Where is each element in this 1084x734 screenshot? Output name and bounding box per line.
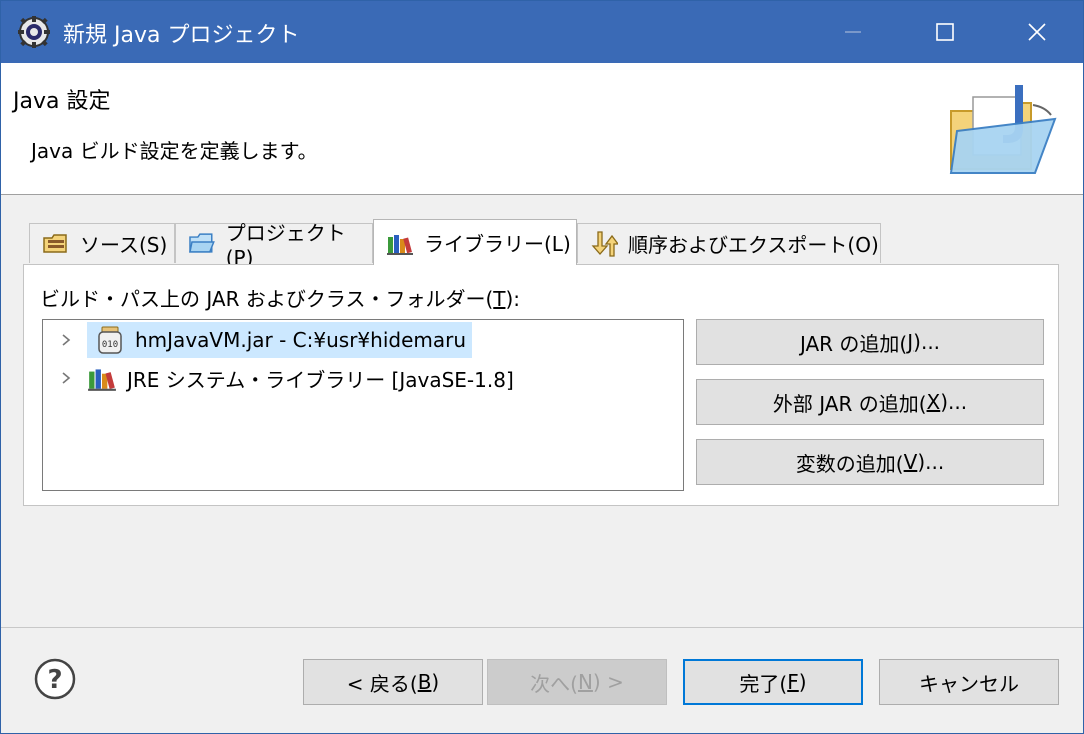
tree-item-jre-label: JRE システム・ライブラリー [JavaSE-1.8] (127, 367, 514, 392)
tab-source[interactable]: ソース(S) (29, 223, 175, 263)
chevron-right-icon[interactable] (59, 371, 73, 385)
svg-text:010: 010 (102, 340, 118, 350)
minimize-icon (845, 31, 861, 33)
page-title: Java 設定 (13, 89, 111, 114)
close-icon (1028, 23, 1046, 41)
tab-source-label: ソース(S) (80, 233, 168, 257)
title-bar[interactable]: 新規 Java プロジェクト (1, 1, 1083, 63)
chevron-right-icon[interactable] (59, 333, 73, 347)
close-button[interactable] (991, 1, 1083, 63)
eclipse-gear-icon (18, 16, 50, 48)
tab-libraries[interactable]: ライブラリー(L) (373, 219, 577, 265)
tab-projects-label: プロジェクト(P) (225, 221, 346, 270)
back-button[interactable]: < 戻る(B) (303, 659, 483, 705)
tab-projects[interactable]: プロジェクト(P) (175, 221, 373, 270)
minimize-button[interactable] (807, 1, 899, 63)
cancel-button[interactable]: キャンセル (879, 659, 1059, 705)
footer-separator (1, 627, 1083, 628)
add-external-jar-button[interactable]: 外部 JAR の追加(X)... (696, 379, 1044, 425)
finish-button[interactable]: 完了(F) (683, 659, 863, 705)
page-description: Java ビルド設定を定義します。 (31, 139, 318, 163)
tree-item-jre[interactable]: JRE システム・ライブラリー [JavaSE-1.8] (43, 360, 520, 396)
tree-item-jar-label: hmJavaVM.jar - C:¥usr¥hidemaru (135, 328, 467, 352)
library-icon (88, 369, 116, 391)
jar-file-icon: 010 (98, 326, 122, 354)
add-variable-button[interactable]: 変数の追加(V)... (696, 439, 1044, 485)
tab-order-export-label: 順序およびエクスポート(O) (628, 233, 879, 257)
libraries-panel: ビルド・パス上の JAR およびクラス・フォルダー(T): 010 hmJava… (23, 264, 1059, 506)
svg-text:?: ? (47, 665, 62, 695)
tree-item-jar[interactable]: 010 hmJavaVM.jar - C:¥usr¥hidemaru (43, 322, 473, 358)
library-icon (387, 234, 413, 255)
add-jar-button[interactable]: JAR の追加(J)... (696, 319, 1044, 365)
new-java-project-dialog: 新規 Java プロジェクト Java 設定 Java ビルド設定を定義します。… (0, 0, 1084, 734)
order-export-icon (591, 230, 618, 257)
next-button[interactable]: 次へ(N) > (487, 659, 667, 705)
source-folder-icon (43, 233, 67, 253)
project-folder-icon (189, 232, 215, 253)
tab-libraries-label: ライブラリー(L) (424, 232, 571, 256)
maximize-icon (936, 23, 954, 41)
wizard-header: Java 設定 Java ビルド設定を定義します。 (1, 63, 1083, 195)
build-path-tree[interactable]: 010 hmJavaVM.jar - C:¥usr¥hidemaru JRE シ… (42, 319, 684, 491)
help-icon[interactable]: ? (33, 657, 77, 701)
maximize-button[interactable] (899, 1, 991, 63)
tab-order-export[interactable]: 順序およびエクスポート(O) (577, 223, 881, 263)
java-project-folder-icon (949, 85, 1057, 174)
build-path-label: ビルド・パス上の JAR およびクラス・フォルダー(T): (40, 287, 521, 311)
window-title: 新規 Java プロジェクト (63, 23, 300, 48)
